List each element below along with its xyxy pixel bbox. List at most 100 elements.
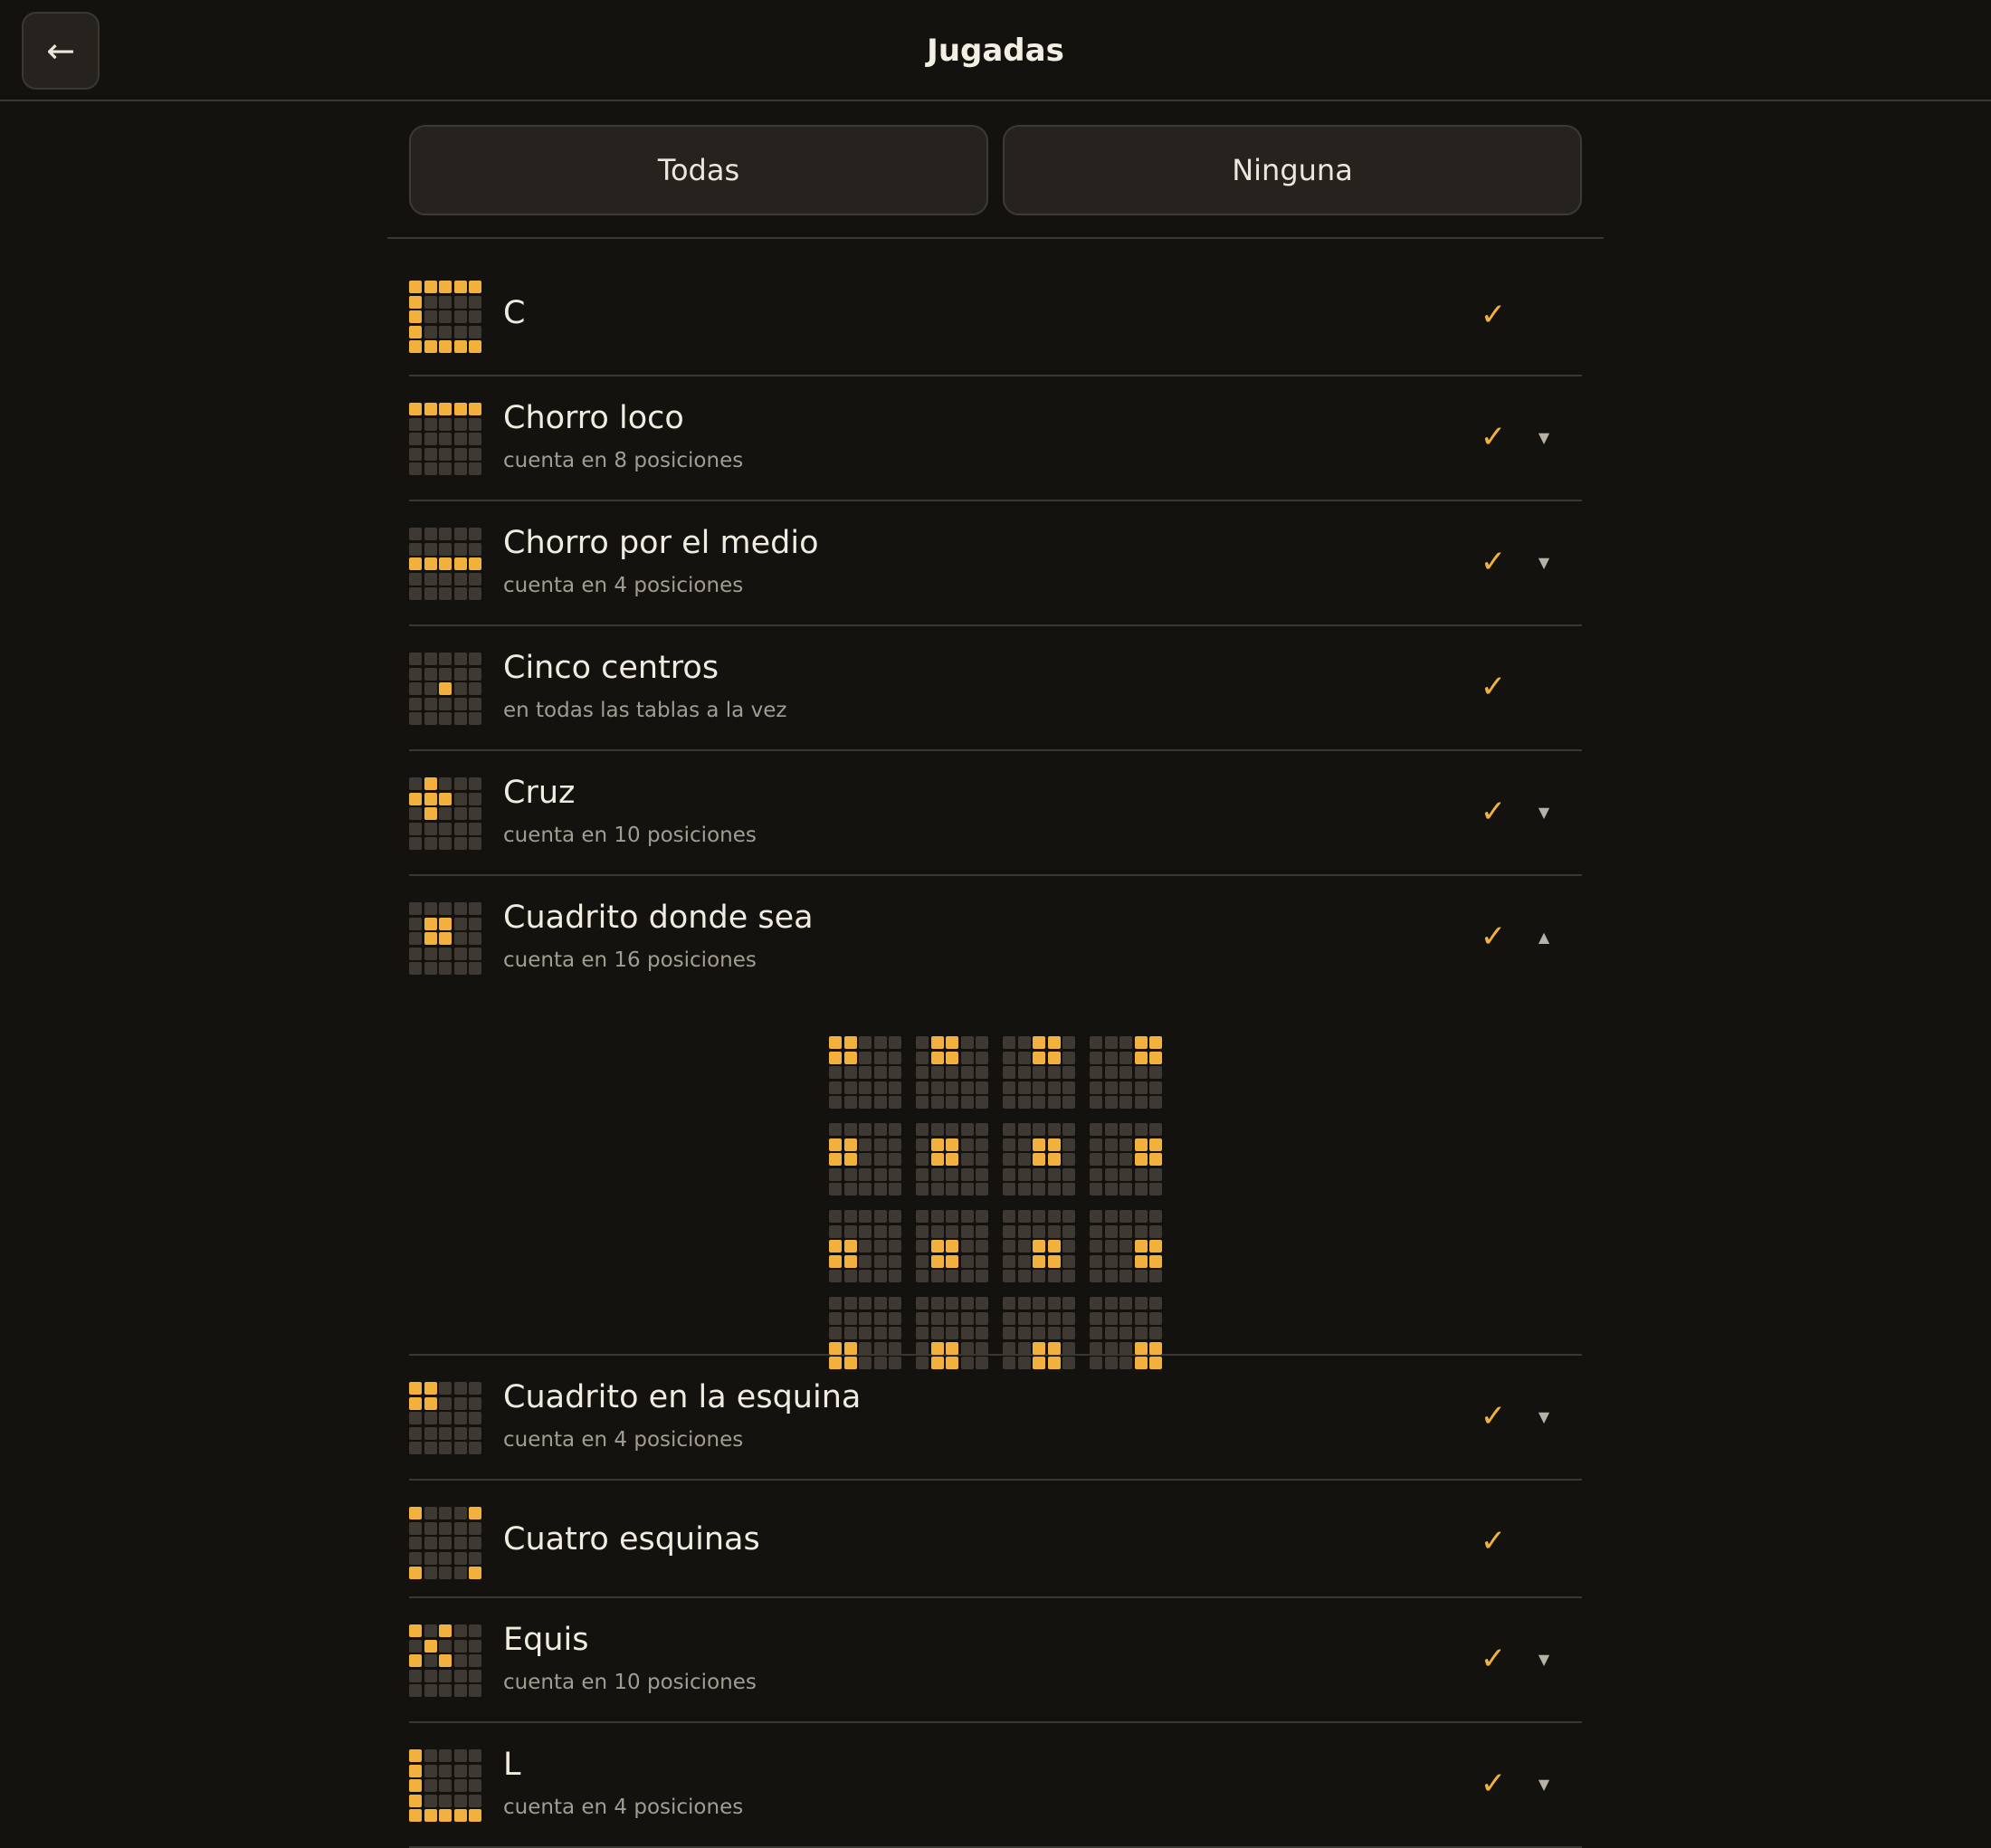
pattern-cell-off	[1003, 1153, 1015, 1166]
pattern-cell-off	[946, 1183, 958, 1195]
pattern-cell-off	[469, 1551, 481, 1565]
play-row[interactable]: Chorro loco cuenta en 8 posiciones ✓ ▼	[409, 376, 1582, 501]
pattern-cell-off	[976, 1183, 988, 1195]
pattern-cell-off	[1104, 1051, 1118, 1064]
pattern-cell-off	[424, 587, 437, 600]
pattern-cell-off	[439, 1507, 452, 1519]
pattern-cell-off	[453, 962, 467, 975]
pattern-cell-off	[859, 1224, 872, 1238]
selected-check-icon[interactable]: ✓	[1477, 297, 1510, 333]
pattern-cell-off	[453, 528, 467, 540]
pattern-cell-off	[439, 1442, 452, 1454]
pattern-cell-off	[453, 777, 467, 790]
play-name: Cruz	[503, 775, 576, 811]
chevron-down-icon[interactable]: ▼	[1531, 429, 1557, 446]
pattern-cell-on	[409, 1749, 422, 1762]
pattern-cell-on	[409, 1382, 422, 1395]
selected-check-icon[interactable]: ✓	[1477, 544, 1510, 580]
pattern-cell-off	[960, 1270, 974, 1282]
selected-check-icon[interactable]: ✓	[1477, 1523, 1510, 1559]
pattern-cell-off	[453, 947, 467, 960]
pattern-cell-off	[1134, 1167, 1148, 1181]
pattern-cell-off	[829, 1311, 842, 1325]
pattern-cell-off	[960, 1036, 974, 1049]
pattern-cell-off	[1017, 1183, 1031, 1195]
pattern-cell-off	[409, 822, 422, 835]
pattern-cell-off	[946, 1210, 958, 1223]
selected-check-icon[interactable]: ✓	[1477, 919, 1510, 955]
pattern-cell-off	[960, 1240, 974, 1253]
pattern-cell-off	[1104, 1138, 1118, 1151]
selected-check-icon[interactable]: ✓	[1477, 1766, 1510, 1802]
pattern-cell-off	[1090, 1036, 1102, 1049]
pattern-cell-off	[469, 682, 481, 695]
pattern-cell-off	[960, 1341, 974, 1355]
chevron-down-icon[interactable]: ▼	[1531, 1776, 1557, 1793]
chevron-down-icon[interactable]: ▼	[1531, 554, 1557, 571]
pattern-cell-on	[469, 1809, 481, 1822]
select-none-button[interactable]: Ninguna	[1003, 125, 1582, 215]
selected-check-icon[interactable]: ✓	[1477, 1398, 1510, 1434]
pattern-cell-off	[1134, 1297, 1148, 1310]
pattern-cell-off	[439, 572, 452, 586]
pattern-cell-off	[916, 1183, 929, 1195]
play-row[interactable]: Lcuenta en 4 posiciones ✓ ▼	[409, 1723, 1582, 1848]
select-all-button[interactable]: Todas	[409, 125, 988, 215]
pattern-cell-off	[1033, 1311, 1045, 1325]
chevron-down-icon[interactable]: ▼	[1531, 1651, 1557, 1668]
pattern-cell-off	[1062, 1270, 1075, 1282]
chevron-down-icon[interactable]: ▼	[1531, 1408, 1557, 1425]
play-row[interactable]: C ✓	[409, 239, 1582, 376]
pattern-cell-off	[916, 1270, 929, 1282]
play-row[interactable]: Equis cuenta en 10 posiciones ✓ ▼	[409, 1598, 1582, 1723]
pattern-cell-off	[1047, 1297, 1061, 1310]
pattern-cell-on	[1149, 1341, 1162, 1355]
selected-check-icon[interactable]: ✓	[1477, 794, 1510, 830]
pattern-cell-off	[916, 1167, 929, 1181]
play-row[interactable]: Cinco centros en todas las tablas a la ve…	[409, 626, 1582, 751]
pattern-cell-off	[453, 1669, 467, 1682]
play-row[interactable]: Chorro por el medio cuenta en 4 posicione…	[409, 501, 1582, 626]
pattern-cell-off	[859, 1096, 872, 1109]
position-pattern	[1003, 1123, 1075, 1195]
play-row[interactable]: Cuadrito en la esquina cuenta en 4 posici…	[409, 1356, 1582, 1481]
pattern-cell-on	[469, 1567, 481, 1579]
pattern-cell-on	[829, 1240, 842, 1253]
pattern-cell-off	[1134, 1123, 1148, 1136]
pattern-cell-on	[469, 403, 481, 415]
pattern-cell-off	[453, 837, 467, 850]
pattern-cell-on	[946, 1051, 958, 1064]
pattern-cell-off	[469, 837, 481, 850]
pattern-cell-off	[829, 1096, 842, 1109]
chevron-up-icon[interactable]: ▲	[1531, 929, 1557, 946]
selected-check-icon[interactable]: ✓	[1477, 419, 1510, 455]
play-name: Cuadrito en la esquina	[503, 1379, 862, 1415]
pattern-cell-on	[1149, 1153, 1162, 1166]
selected-check-icon[interactable]: ✓	[1477, 669, 1510, 705]
pattern-cell-on	[409, 1396, 422, 1410]
pattern-cell-off	[439, 587, 452, 600]
chevron-down-icon[interactable]: ▼	[1531, 804, 1557, 821]
pattern-cell-on	[1149, 1138, 1162, 1151]
pattern-cell-off	[889, 1066, 901, 1079]
pattern-cell-off	[843, 1123, 857, 1136]
pattern-cell-off	[1033, 1327, 1045, 1339]
pattern-cell-off	[453, 310, 467, 323]
play-row[interactable]: Cruz cuenta en 10 posiciones ✓ ▼	[409, 751, 1582, 876]
selected-check-icon[interactable]: ✓	[1477, 1641, 1510, 1677]
pattern-cell-off	[453, 572, 467, 586]
pattern-cell-off	[1119, 1270, 1132, 1282]
play-row[interactable]: Cuatro esquinas ✓	[409, 1481, 1582, 1598]
pattern-cell-off	[960, 1254, 974, 1268]
pattern-cell-off	[439, 1669, 452, 1682]
pattern-cell-off	[439, 310, 452, 323]
pattern-cell-off	[1062, 1327, 1075, 1339]
pattern-cell-on	[1047, 1240, 1061, 1253]
pattern-cell-on	[424, 1639, 437, 1653]
pattern-cell-off	[1033, 1297, 1045, 1310]
play-pattern-icon	[409, 403, 481, 475]
pattern-cell-off	[424, 697, 437, 710]
pattern-cell-off	[916, 1153, 929, 1166]
pattern-cell-off	[829, 1270, 842, 1282]
play-row[interactable]: Cuadrito donde sea cuenta en 16 posicione…	[409, 876, 1582, 1369]
